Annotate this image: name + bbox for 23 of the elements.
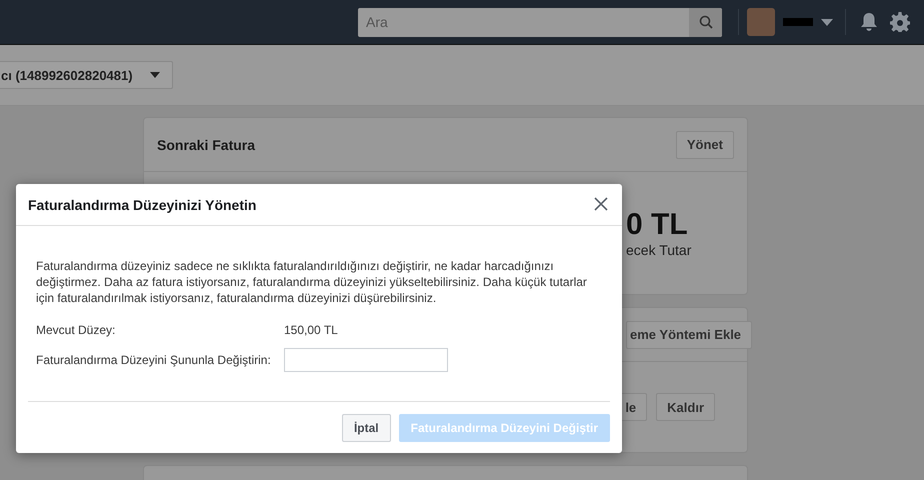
cancel-button[interactable]: İptal [342, 414, 391, 442]
dialog-title: Faturalandırma Düzeyinizi Yönetin [28, 196, 256, 212]
card-action-button[interactable]: Kaldır [656, 393, 715, 421]
dialog-description: Faturalandırma düzeyiniz sadece ne sıklıkta faturalandırıldığınızı değiştirir, ne kadar harcadığınızı değiştirmez. Daha az fatura istiyorsanız, faturalandırma düzeyinizi yükseltebilirsiniz. Daha küçük tutarlar için faturalandırılmak istiyorsanız, faturalandırma düzeyinizi düşürebilirsiniz. [36, 258, 588, 306]
amount-text: 0 TL [626, 208, 688, 242]
settings-icon[interactable] [890, 12, 910, 32]
card-title: Sonraki Fatura [157, 136, 256, 152]
field-label: Faturalandırma Düzeyini Şununla Değiştirin: [36, 353, 272, 367]
field-value: 150,00 TL [284, 323, 338, 337]
redacted-name [783, 18, 813, 26]
close-button[interactable] [594, 196, 610, 212]
search-button[interactable] [689, 8, 722, 36]
caret-icon [150, 72, 160, 78]
manage-button[interactable]: Yönet [676, 130, 734, 158]
bell-icon[interactable] [860, 12, 878, 32]
input-field[interactable] [284, 348, 448, 372]
field-label: Mevcut Düzey: [36, 323, 116, 337]
close-icon [594, 196, 608, 210]
caret-icon[interactable] [821, 18, 833, 26]
search-icon [698, 15, 712, 29]
account-dropdown[interactable]: cı (148992602820481) [0, 61, 173, 89]
add-payment-button[interactable]: eme Yöntemi Ekle [626, 320, 752, 348]
amount-caption: ecek Tutar [626, 242, 692, 258]
